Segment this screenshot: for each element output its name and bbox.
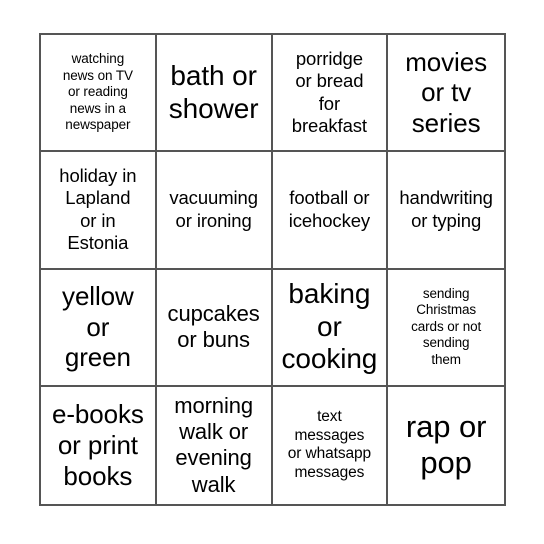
bingo-cell-r4c2[interactable]: morning walk or evening walk	[156, 386, 273, 504]
bingo-cell-r2c1[interactable]: holiday in Lapland or in Estonia	[41, 152, 157, 270]
bingo-cell-label: baking or cooking	[281, 278, 378, 375]
bingo-cell-r1c3[interactable]: porridge or bread for breakfast	[272, 35, 389, 153]
bingo-cell-label: text messages or whatsapp messages	[287, 408, 372, 481]
bingo-cell-label: morning walk or evening walk	[174, 392, 254, 497]
bingo-cell-label: holiday in Lapland or in Estonia	[59, 164, 137, 254]
bingo-cell-label: yellow or green	[62, 281, 134, 373]
bingo-cell-r1c4[interactable]: movies or tv series	[388, 35, 504, 153]
bingo-cell-r1c2[interactable]: bath or shower	[156, 35, 273, 153]
bingo-cell-label: porridge or bread for breakfast	[291, 47, 367, 137]
bingo-cell-label: e-books or print books	[51, 399, 144, 491]
bingo-cell-label: vacuuming or ironing	[169, 187, 258, 231]
bingo-cell-r3c3[interactable]: baking or cooking	[272, 269, 389, 387]
bingo-cell-label: watching news on TV or reading news in a…	[62, 51, 133, 133]
bingo-cell-r4c4[interactable]: rap or pop	[388, 386, 504, 504]
bingo-cell-label: cupcakes or buns	[167, 300, 260, 353]
bingo-cell-r1c1[interactable]: watching news on TV or reading news in a…	[41, 35, 157, 153]
bingo-cell-r2c4[interactable]: handwriting or typing	[388, 152, 504, 270]
bingo-cell-r4c1[interactable]: e-books or print books	[41, 386, 157, 504]
bingo-cell-label: bath or shower	[168, 60, 259, 124]
bingo-cell-label: football or icehockey	[288, 187, 371, 231]
bingo-cell-label: rap or pop	[405, 409, 487, 481]
bingo-cell-r3c1[interactable]: yellow or green	[41, 269, 157, 387]
bingo-cell-r2c3[interactable]: football or icehockey	[272, 152, 389, 270]
bingo-cell-r3c2[interactable]: cupcakes or buns	[156, 269, 273, 387]
bingo-cell-r3c4[interactable]: sending Christmas cards or not sending t…	[388, 269, 504, 387]
bingo-cell-label: handwriting or typing	[399, 187, 493, 231]
bingo-cell-r4c3[interactable]: text messages or whatsapp messages	[272, 386, 389, 504]
bingo-cell-label: sending Christmas cards or not sending t…	[411, 285, 482, 367]
bingo-cell-label: movies or tv series	[405, 46, 487, 138]
bingo-card-grid: watching news on TV or reading news in a…	[39, 33, 506, 506]
bingo-cell-r2c2[interactable]: vacuuming or ironing	[156, 152, 273, 270]
